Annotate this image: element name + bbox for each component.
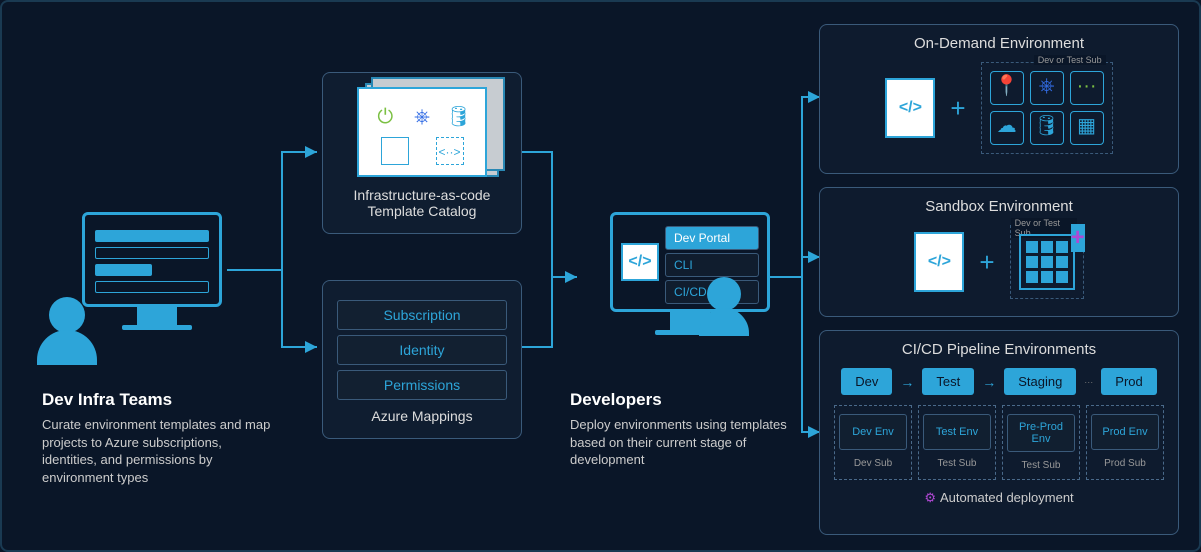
arm-icon [381,137,409,165]
code-file-icon: </> [621,243,659,281]
dev-infra-title: Dev Infra Teams [42,390,272,410]
template-icons: ⏻ ⎈ 🛢 <··> [357,87,487,177]
cicd-title: CI/CD Pipeline Environments [834,341,1164,358]
ondemand-title: On-Demand Environment [834,35,1164,52]
cloud-icon: ☁ [990,111,1024,145]
stage-prod: Prod [1101,368,1156,395]
monitor-icon [82,212,232,322]
code-file-icon: </> [914,232,964,292]
azure-mappings-label: Azure Mappings [337,408,507,424]
automated-deployment-label: ⚙Automated deployment [834,490,1164,506]
developers-section: </> Dev Portal CLI CI/CD [570,212,810,337]
kubernetes-icon: ⎈ [408,103,436,131]
developer-person-icon [699,277,749,337]
ellipsis-icon: ··· [1070,71,1104,105]
dev-infra-desc: Curate environment templates and map pro… [42,416,272,486]
ondemand-env-box: On-Demand Environment </> + Dev or Test … [819,24,1179,174]
stage-staging: Staging [1004,368,1076,395]
grid-icon: ▦ [1070,111,1104,145]
mapping-identity: Identity [337,335,507,365]
env-prod-sub: Prod Sub [1091,458,1159,469]
ondemand-sub-box: Dev or Test Sub 📍 ⎈ ··· ☁ 🛢 ▦ [981,62,1113,154]
sandbox-grid-icon: + [1019,234,1075,290]
code-icon: <··> [436,137,464,165]
template-catalog-box: ⏻ ⎈ 🛢 <··> Infrastructure-as-code Templa… [322,72,522,234]
plus-icon: + [950,93,965,124]
env-preprod-name: Pre-Prod Env [1007,414,1075,452]
developers-desc: Deploy environments using templates base… [570,416,810,469]
developers-text: Developers Deploy environments using tem… [570,390,810,469]
env-blocks-row: Dev Env Dev Sub Test Env Test Sub Pre-Pr… [834,405,1164,480]
dev-infra-text: Dev Infra Teams Curate environment templ… [42,390,272,486]
mapping-subscription: Subscription [337,300,507,330]
sandbox-title: Sandbox Environment [834,198,1164,215]
env-test-sub: Test Sub [923,458,991,469]
env-test-name: Test Env [923,414,991,450]
code-file-icon: </> [885,78,935,138]
ondemand-sub-label: Dev or Test Sub [1034,55,1106,65]
arrow-icon: → [900,374,914,390]
database-icon: 🛢 [445,103,473,131]
database-icon: 🛢 [1030,111,1064,145]
mapping-permissions: Permissions [337,370,507,400]
person-icon [37,297,97,367]
env-preprod-sub: Test Sub [1007,460,1075,471]
gear-icon: ⚙ [924,490,936,505]
env-prod-name: Prod Env [1091,414,1159,450]
cli-item: CLI [665,253,759,277]
env-block-preprod: Pre-Prod Env Test Sub [1002,405,1080,480]
sandbox-sub-box: Dev or Test Sub + [1010,225,1084,299]
env-block-prod: Prod Env Prod Sub [1086,405,1164,480]
arrow-icon: → [982,374,996,390]
plus-icon: + [979,247,994,278]
pipeline-stages-row: Dev → Test → Staging ··· Prod [834,368,1164,395]
map-icon: 📍 [990,71,1024,105]
diagram-canvas: Dev Infra Teams Curate environment templ… [0,0,1201,552]
env-dev-sub: Dev Sub [839,458,907,469]
env-block-dev: Dev Env Dev Sub [834,405,912,480]
stage-dev: Dev [841,368,892,395]
azure-mappings-box: Subscription Identity Permissions Azure … [322,280,522,439]
add-icon: + [1071,224,1085,252]
stage-test: Test [922,368,974,395]
developers-title: Developers [570,390,810,410]
sandbox-env-box: Sandbox Environment </> + Dev or Test Su… [819,187,1179,317]
env-dev-name: Dev Env [839,414,907,450]
template-catalog-label: Infrastructure-as-code Template Catalog [337,187,507,219]
env-block-test: Test Env Test Sub [918,405,996,480]
cicd-env-box: CI/CD Pipeline Environments Dev → Test →… [819,330,1179,535]
dots-icon: ··· [1084,377,1093,387]
power-icon: ⏻ [371,103,399,131]
kubernetes-icon: ⎈ [1030,71,1064,105]
dev-portal-item: Dev Portal [665,226,759,250]
